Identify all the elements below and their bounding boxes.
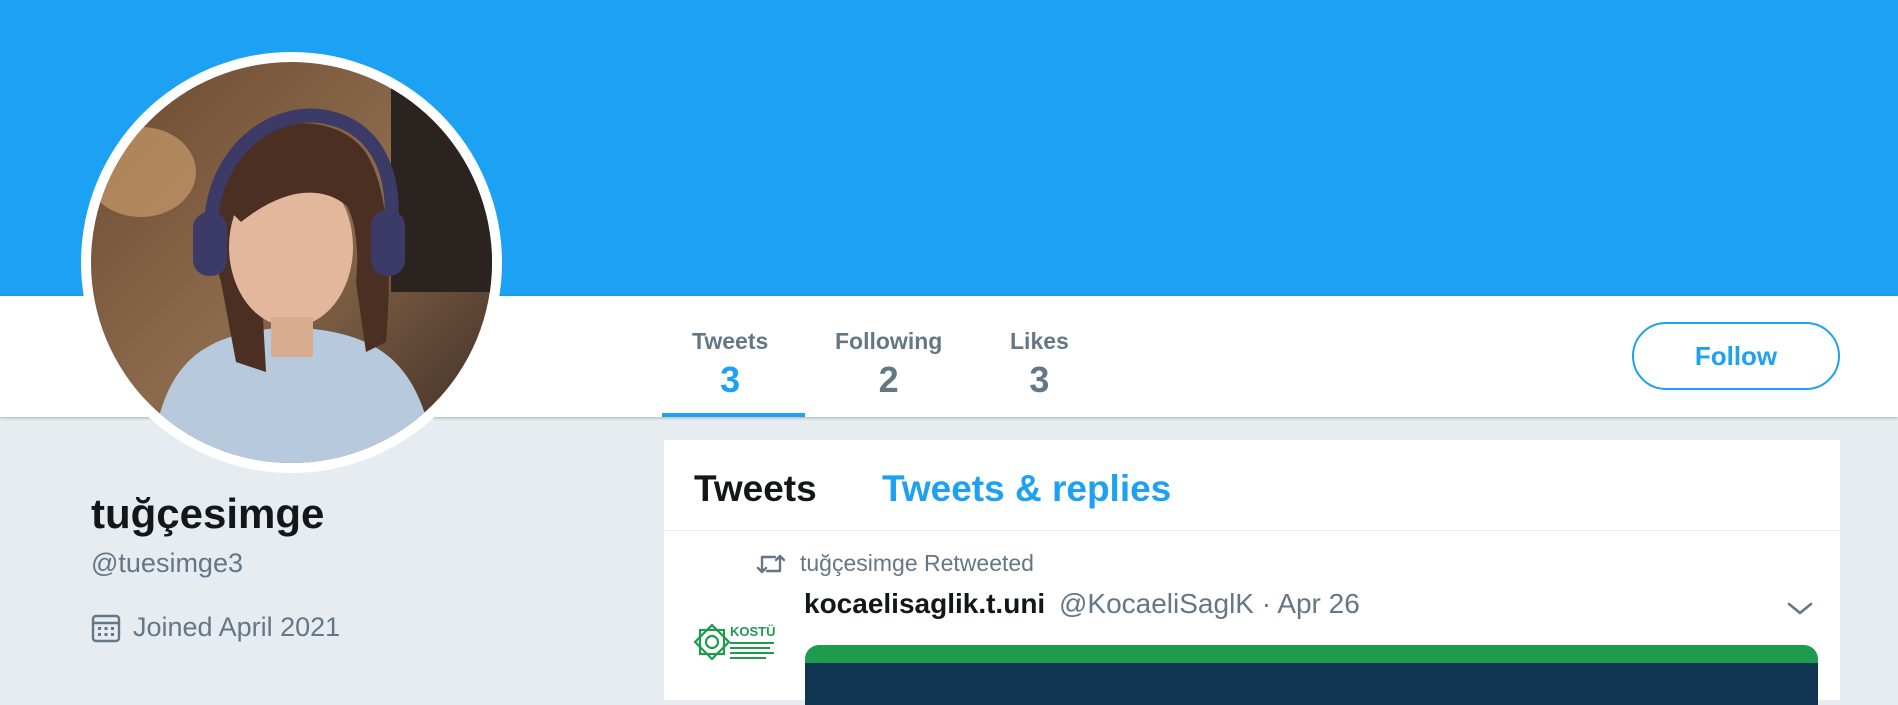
tweet-menu-button[interactable] (1786, 598, 1814, 623)
joined-date: Joined April 2021 (91, 612, 340, 643)
stat-following[interactable]: Following 2 (835, 328, 942, 401)
card-dark-band (805, 663, 1818, 705)
profile-name: tuğçesimge (91, 490, 325, 537)
profile-handle: @tuesimge3 (91, 548, 243, 578)
kostu-logo-icon: KOSTÜ (693, 612, 778, 672)
tweet-media-card[interactable] (805, 645, 1818, 705)
avatar-photo (91, 62, 492, 463)
stat-tweets-value: 3 (720, 359, 741, 400)
tab-tweets[interactable]: Tweets (694, 468, 817, 510)
stat-tweets[interactable]: Tweets 3 (692, 328, 768, 401)
retweet-label: tuğçesimge Retweeted (800, 550, 1034, 576)
retweet-context: tuğçesimge Retweeted (756, 550, 1034, 577)
timeline: Tweets Tweets & replies tuğçesimge Retwe… (664, 440, 1840, 705)
active-stat-indicator (662, 413, 805, 417)
card-green-stripe (805, 645, 1818, 663)
joined-label: Joined April 2021 (133, 612, 341, 642)
tweet-author-name[interactable]: kocaelisaglik.t.uni (804, 588, 1045, 619)
stat-likes[interactable]: Likes 3 (1010, 328, 1069, 401)
tabs-divider (664, 530, 1840, 531)
retweet-icon (756, 554, 786, 573)
tweet-date[interactable]: Apr 26 (1277, 588, 1360, 619)
tweet-author-handle[interactable]: @KocaeliSaglK (1059, 588, 1254, 619)
stat-following-value: 2 (878, 359, 899, 400)
stat-following-label: Following (835, 328, 943, 354)
follow-button[interactable]: Follow (1632, 322, 1840, 390)
tweet-separator: · (1261, 588, 1272, 619)
avatar[interactable] (81, 52, 502, 473)
chevron-down-icon (1787, 602, 1813, 615)
stat-likes-label: Likes (1010, 328, 1069, 354)
tweet-author-avatar[interactable]: KOSTÜ (693, 612, 778, 672)
calendar-icon (91, 614, 121, 642)
kostu-logo-text: KOSTÜ (730, 624, 776, 639)
stat-tweets-label: Tweets (692, 328, 769, 354)
tweet-header: kocaelisaglik.t.uni @KocaeliSaglK · Apr … (804, 588, 1360, 620)
stat-likes-value: 3 (1029, 359, 1050, 400)
tab-tweets-and-replies[interactable]: Tweets & replies (882, 468, 1171, 510)
